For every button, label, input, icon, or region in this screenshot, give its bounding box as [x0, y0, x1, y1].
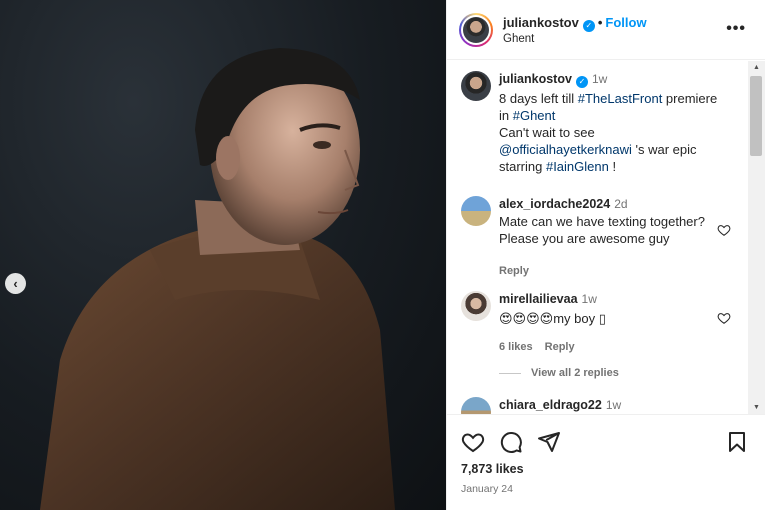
comment-text: Mate can we have texting together? Pleas… [499, 213, 739, 247]
caption-text-part: starring [499, 159, 546, 174]
like-icon[interactable] [461, 430, 485, 454]
post-actions: 7,873 likes January 24 [447, 414, 765, 510]
post-date[interactable]: January 24 [461, 483, 513, 495]
caption-text-part: Can't wait to see [499, 125, 595, 140]
caption-text-part: 's war epic [631, 142, 697, 157]
comment-time: 1w [605, 398, 622, 412]
view-replies-button[interactable]: View all 2 replies [499, 367, 619, 379]
scrollbar-thumb[interactable] [750, 76, 762, 156]
caption-text: 8 days left till #TheLastFront premiere … [499, 90, 739, 175]
comment-text-line: Mate can we have texting together? [499, 214, 705, 229]
comment-likes[interactable]: 6 likes [499, 341, 533, 353]
comment-time: 1w [581, 292, 597, 306]
hashtag-link[interactable]: #TheLastFront [578, 91, 663, 106]
caption-text-part: 8 days left till [499, 91, 578, 106]
comment-username[interactable]: chiara_eldrago22 [499, 398, 602, 412]
caption-text-part: premiere [662, 91, 718, 106]
commenter-avatar[interactable] [461, 397, 491, 414]
comment-text-line: Please you are awesome guy [499, 231, 670, 246]
author-line: juliankostov ✓ • Follow [503, 15, 647, 32]
scroll-up-icon[interactable]: ▲ [753, 64, 760, 71]
caption-time: 1w [591, 72, 608, 86]
caption-username[interactable]: juliankostov [499, 72, 572, 86]
share-icon[interactable] [537, 430, 561, 454]
post-photo[interactable]: ‹ [0, 0, 446, 510]
caption-text-part: in [499, 108, 513, 123]
hashtag-link[interactable]: #Ghent [513, 108, 556, 123]
mention-link[interactable]: @officialhayetkerknawi [499, 142, 632, 157]
like-comment-icon[interactable] [717, 223, 731, 237]
reply-button[interactable]: Reply [499, 265, 529, 277]
post-location[interactable]: Ghent [503, 33, 534, 45]
more-options-icon[interactable]: ••• [726, 20, 746, 38]
portrait-image [40, 48, 395, 510]
caption-text-part: ! [608, 159, 617, 174]
likes-count[interactable]: 7,873 likes [461, 462, 524, 476]
comment-username[interactable]: mirellailievaa [499, 292, 578, 306]
post-side-panel: juliankostov ✓ • Follow Ghent ••• juliankos… [446, 0, 765, 510]
caption-avatar[interactable] [461, 71, 491, 101]
verified-icon: ✓ [582, 20, 595, 32]
comments-list[interactable]: juliankostov ✓ 1w 8 days left till #TheLas… [447, 61, 765, 414]
commenter-avatar[interactable] [461, 196, 491, 226]
post-header: juliankostov ✓ • Follow Ghent ••• [447, 0, 765, 60]
comment-username[interactable]: alex_iordache2024 [499, 197, 610, 211]
like-comment-icon[interactable] [717, 311, 731, 325]
comments-scrollbar[interactable]: ▲ ▼ [748, 61, 765, 414]
hashtag-link[interactable]: #IainGlenn [546, 159, 609, 174]
previous-image-button[interactable]: ‹ [5, 273, 26, 294]
follow-button[interactable]: Follow [605, 15, 646, 30]
comment-text: 😍😍😍😍my boy ▯ [499, 311, 606, 326]
author-avatar[interactable] [459, 13, 493, 47]
scroll-down-icon[interactable]: ▼ [753, 404, 760, 411]
save-icon[interactable] [725, 430, 749, 454]
separator-dot: • [597, 15, 603, 30]
reply-button[interactable]: Reply [545, 341, 575, 353]
comment-time: 2d [614, 197, 628, 211]
commenter-avatar[interactable] [461, 291, 491, 321]
verified-icon: ✓ [575, 76, 588, 88]
author-username[interactable]: juliankostov [503, 15, 579, 30]
comment-icon[interactable] [499, 430, 523, 454]
